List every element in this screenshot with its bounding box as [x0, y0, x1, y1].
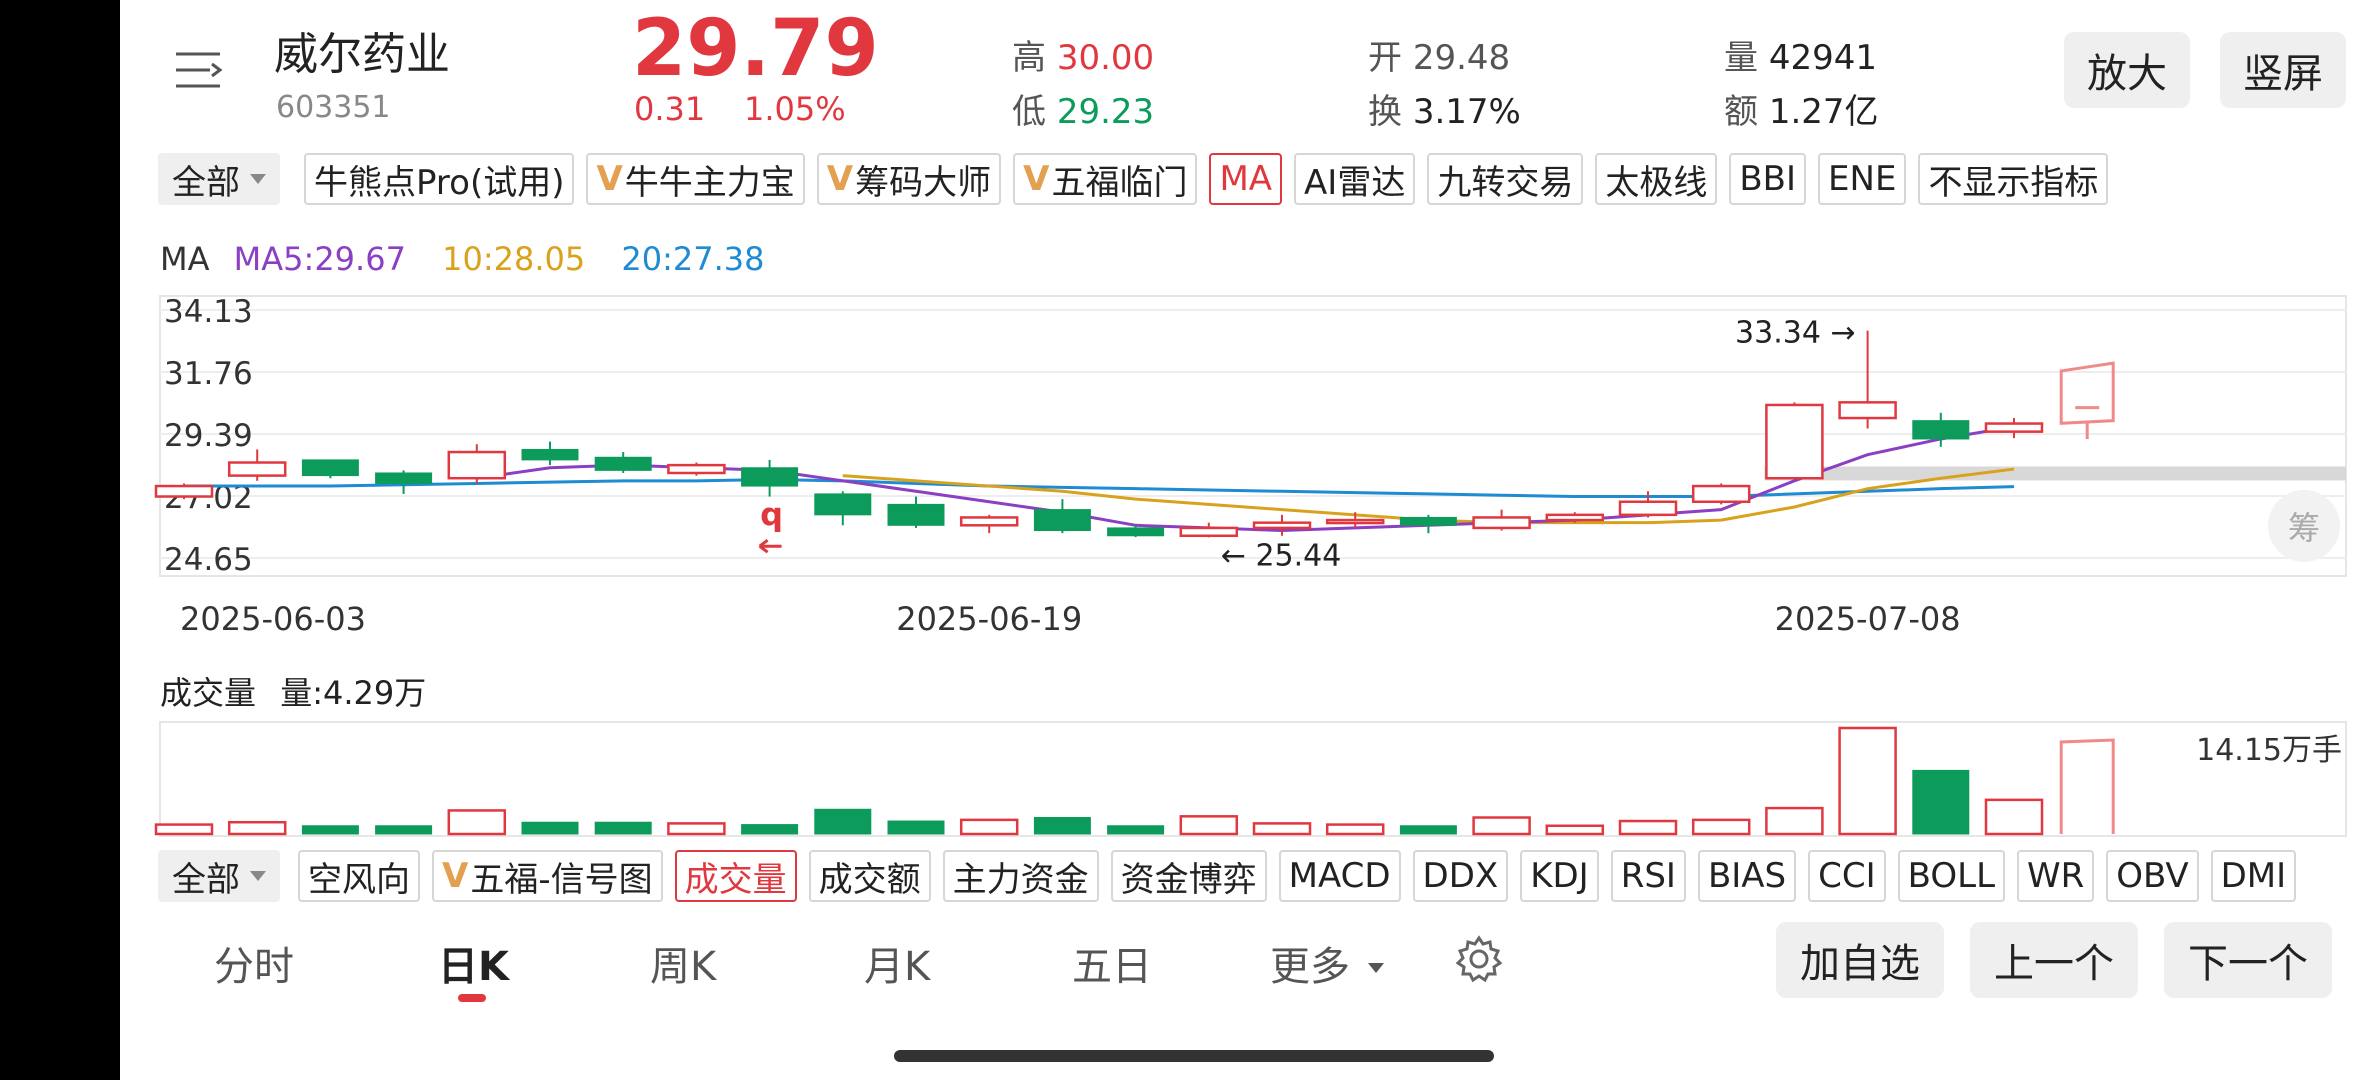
vip-icon: V: [442, 856, 469, 896]
sub-indicator-tab-0[interactable]: 空风向: [298, 850, 420, 902]
chevron-down-icon: [250, 871, 266, 881]
sub-indicator-tabs: 全部 空风向 V 五福-信号图 成交量 成交额 主力资金 资金博弈 MACD DDX KDJ RSI…: [158, 850, 2376, 902]
period-tab-4[interactable]: 五日: [1072, 934, 1152, 992]
sub-indicator-tab-label: 成交量: [684, 859, 787, 900]
sub-indicator-all-label: 全部: [172, 859, 240, 900]
sub-indicator-tab-label: 主力资金: [952, 859, 1089, 900]
stock-kline-screen: 威尔药业 603351 29.79 0.31 1.05% 高 30.00 低 2…: [120, 0, 2376, 1080]
sub-indicator-tab-3[interactable]: 成交额: [808, 850, 931, 902]
volume-bar: [375, 825, 433, 835]
sub-indicator-tab-label: CCI: [1818, 856, 1876, 896]
volume-bar: [1252, 822, 1312, 836]
volume-bar: [1912, 769, 1970, 835]
volume-max-label: 14.15万手: [2196, 733, 2342, 768]
volume-bar: [814, 808, 872, 835]
volume-bar: [1765, 806, 1824, 836]
volume-bar: [1838, 726, 1897, 836]
sub-indicator-tab-4[interactable]: 主力资金: [942, 850, 1099, 902]
volume-bar: [1107, 825, 1165, 835]
next-stock-button[interactable]: 下一个: [2164, 922, 2332, 998]
period-tab-3[interactable]: 月K: [864, 934, 930, 992]
volume-bar: [959, 818, 1019, 836]
volume-bar: [1033, 817, 1091, 835]
sub-indicator-tab-1[interactable]: V 五福-信号图: [432, 850, 663, 902]
add-watchlist-button[interactable]: 加自选: [1776, 922, 1944, 998]
volume-bar: [1399, 825, 1457, 835]
sub-indicator-tab-2[interactable]: 成交量: [674, 850, 797, 902]
sub-indicator-tab-8[interactable]: KDJ: [1520, 850, 1599, 902]
drawn-volume-annotation: [2059, 738, 2115, 834]
sub-indicator-tab-10[interactable]: BIAS: [1697, 850, 1797, 902]
sub-indicator-tab-14[interactable]: OBV: [2106, 850, 2199, 902]
active-tab-indicator: [458, 994, 486, 1002]
volume-bar: [1179, 815, 1239, 836]
sub-indicator-tab-label: BOLL: [1907, 856, 1996, 896]
volume-bar: [447, 809, 507, 836]
volume-bar: [154, 823, 214, 836]
chevron-down-icon: [1368, 963, 1384, 973]
sub-indicator-tab-7[interactable]: DDX: [1412, 850, 1509, 902]
sub-indicator-tab-6[interactable]: MACD: [1278, 850, 1401, 902]
volume-bar: [1984, 798, 2044, 836]
more-dropdown-arrow[interactable]: [1358, 958, 1384, 977]
sub-indicator-tab-9[interactable]: RSI: [1610, 850, 1686, 902]
sub-indicator-tab-15[interactable]: DMI: [2210, 850, 2297, 902]
period-tab-5[interactable]: 更多: [1270, 934, 1350, 992]
settings-icon[interactable]: [1454, 934, 1504, 984]
sub-indicator-tab-label: 成交额: [818, 859, 921, 900]
sub-indicator-tab-label: DDX: [1422, 856, 1499, 896]
volume-bar: [594, 821, 652, 835]
volume-bar: [741, 824, 799, 835]
volume-bar: [1472, 816, 1531, 836]
volume-bar: [1691, 818, 1751, 836]
volume-bar: [667, 822, 726, 836]
sub-indicator-tab-label: RSI: [1620, 856, 1676, 896]
volume-chart[interactable]: 14.15万手: [120, 0, 2376, 850]
period-tab-2[interactable]: 周K: [650, 934, 716, 992]
sub-indicator-tab-label: 空风向: [308, 859, 410, 900]
sub-indicator-tab-label: WR: [2027, 856, 2085, 896]
sub-indicator-tab-label: MACD: [1288, 856, 1391, 896]
volume-bar: [521, 821, 579, 835]
home-indicator[interactable]: [894, 1050, 1494, 1062]
sub-indicator-tab-label: KDJ: [1530, 856, 1589, 896]
volume-bar: [887, 820, 945, 835]
period-tab-1[interactable]: 日K: [438, 934, 509, 992]
sub-indicator-tab-11[interactable]: CCI: [1808, 850, 1886, 902]
sub-indicator-tab-label: DMI: [2220, 856, 2287, 896]
volume-bar: [227, 820, 287, 836]
sub-indicator-tab-label: 资金博弈: [1120, 859, 1257, 900]
sub-indicator-tab-5[interactable]: 资金博弈: [1110, 850, 1267, 902]
prev-stock-button[interactable]: 上一个: [1970, 922, 2138, 998]
volume-bar: [1545, 824, 1605, 836]
sub-indicator-tab-13[interactable]: WR: [2017, 850, 2095, 902]
volume-bar: [1618, 819, 1678, 836]
period-tab-0[interactable]: 分时: [214, 934, 294, 992]
sub-indicator-all-dropdown[interactable]: 全部: [158, 850, 280, 902]
sub-indicator-tab-label: OBV: [2116, 856, 2189, 896]
volume-bar: [1325, 823, 1385, 836]
sub-indicator-tab-12[interactable]: BOLL: [1897, 850, 2006, 902]
sub-indicator-tab-label: 五福-信号图: [470, 859, 653, 900]
volume-bar: [301, 825, 359, 835]
sub-indicator-tab-label: BIAS: [1707, 856, 1787, 896]
